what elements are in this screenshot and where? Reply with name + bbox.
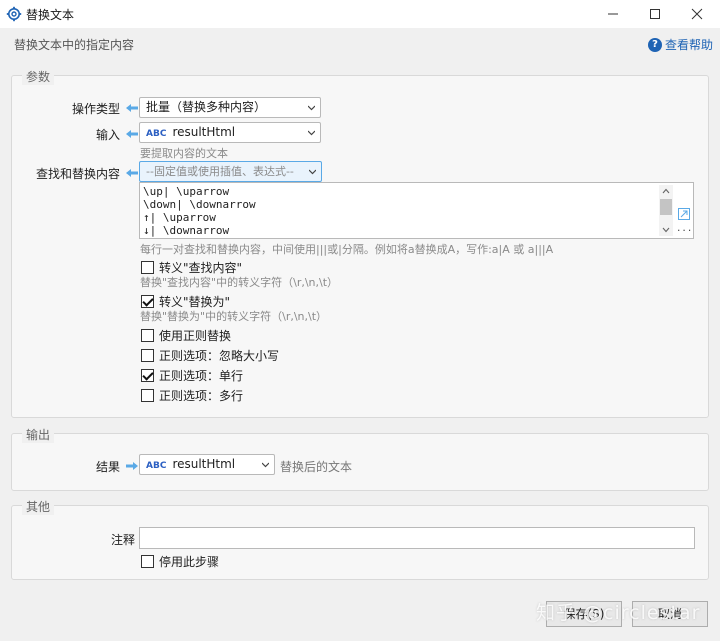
find-replace-line: \up| \uparrow [143, 185, 230, 198]
find-replace-hint: 每行一对查找和替换内容，中间使用|||或|分隔。例如将a替换成A，写作:a|A … [140, 243, 554, 256]
title-bar: 替换文本 [0, 0, 720, 28]
result-select[interactable]: ABC resultHtml [139, 454, 275, 475]
window-title: 替换文本 [26, 8, 75, 22]
more-options-button[interactable]: ... [676, 224, 692, 237]
arrow-left-icon [126, 130, 138, 138]
escape-find-hint: 替换"查找内容"中的转义字符（\r,\n,\t） [140, 276, 339, 289]
maximize-button[interactable] [638, 0, 672, 28]
chevron-down-icon [308, 105, 315, 111]
input-label: 输入 [95, 128, 120, 142]
minimize-icon [608, 13, 618, 15]
disable-step-label: 停用此步骤 [159, 555, 220, 569]
disable-step-checkbox[interactable]: 停用此步骤 [141, 553, 219, 570]
text-type-icon: ABC [146, 129, 167, 139]
chevron-down-icon [308, 130, 315, 136]
regex-multi-line-label: 正则选项：多行 [159, 389, 244, 403]
regex-single-line-label: 正则选项：单行 [159, 369, 244, 383]
help-icon: ? [648, 37, 662, 52]
checkbox-box[interactable] [141, 389, 154, 402]
arrow-left-icon [126, 104, 138, 112]
op-type-label: 操作类型 [71, 102, 120, 116]
dialog-subtitle: 替换文本中的指定内容 [14, 38, 135, 52]
checkbox-box[interactable] [141, 555, 154, 568]
find-replace-line: \down| \downarrow [143, 198, 256, 211]
find-replace-source-select[interactable]: --固定值或使用插值、表达式-- [139, 161, 322, 182]
op-type-value: 批量（替换多种内容） [146, 100, 267, 114]
input-value: resultHtml [172, 125, 236, 139]
chevron-down-icon [309, 169, 316, 175]
watermark: 知乎 @circlestar [536, 602, 701, 624]
op-type-select[interactable]: 批量（替换多种内容） [139, 97, 321, 118]
checkbox-box[interactable] [141, 349, 154, 362]
find-replace-line: ↓| \downarrow [143, 224, 230, 237]
note-input[interactable] [139, 527, 695, 549]
find-replace-textarea[interactable]: \up| \uparrow \down| \downarrow ↑| \upar… [139, 182, 694, 239]
expand-icon[interactable] [678, 208, 690, 220]
text-type-icon: ABC [146, 461, 167, 471]
find-replace-label: 查找和替换内容 [35, 167, 120, 181]
regex-single-line-checkbox[interactable]: 正则选项：单行 [141, 367, 243, 384]
scroll-down-icon [662, 227, 670, 233]
help-label: 查看帮助 [665, 38, 714, 52]
chevron-down-icon [262, 462, 269, 468]
scroll-up-icon [662, 188, 670, 194]
use-regex-label: 使用正则替换 [159, 329, 232, 343]
minimize-button[interactable] [596, 0, 630, 28]
result-value: resultHtml [172, 457, 236, 471]
checkbox-box[interactable] [141, 261, 154, 274]
find-replace-placeholder: --固定值或使用插值、表达式-- [146, 165, 294, 178]
scrollbar-thumb[interactable] [660, 199, 672, 215]
arrow-left-icon [126, 169, 138, 177]
maximize-icon [650, 9, 660, 19]
input-select[interactable]: ABC resultHtml [139, 122, 321, 143]
find-replace-line: ↑| \uparrow [143, 211, 216, 224]
output-group-title: 输出 [22, 426, 55, 443]
help-link[interactable]: ? 查看帮助 [648, 36, 713, 53]
regex-ignore-case-checkbox[interactable]: 正则选项：忽略大小写 [141, 347, 279, 364]
settings-gear-icon [6, 6, 22, 22]
result-hint: 替换后的文本 [280, 460, 353, 474]
checkbox-box[interactable] [141, 329, 154, 342]
close-icon [691, 8, 703, 20]
other-group-title: 其他 [22, 498, 55, 515]
use-regex-checkbox[interactable]: 使用正则替换 [141, 327, 231, 344]
regex-ignore-case-label: 正则选项：忽略大小写 [159, 349, 280, 363]
regex-multi-line-checkbox[interactable]: 正则选项：多行 [141, 387, 243, 404]
checkbox-box-checked[interactable] [141, 295, 154, 308]
arrow-right-icon [126, 462, 138, 470]
escape-replace-hint: 替换"替换为"中的转义字符（\r,\n,\t） [140, 310, 328, 323]
input-hint: 要提取内容的文本 [140, 147, 228, 160]
params-group-title: 参数 [22, 68, 55, 85]
checkbox-box-checked[interactable] [141, 369, 154, 382]
close-button[interactable] [680, 0, 714, 28]
result-label: 结果 [95, 460, 120, 474]
note-label: 注释 [110, 533, 135, 547]
vertical-scrollbar[interactable] [659, 185, 673, 236]
